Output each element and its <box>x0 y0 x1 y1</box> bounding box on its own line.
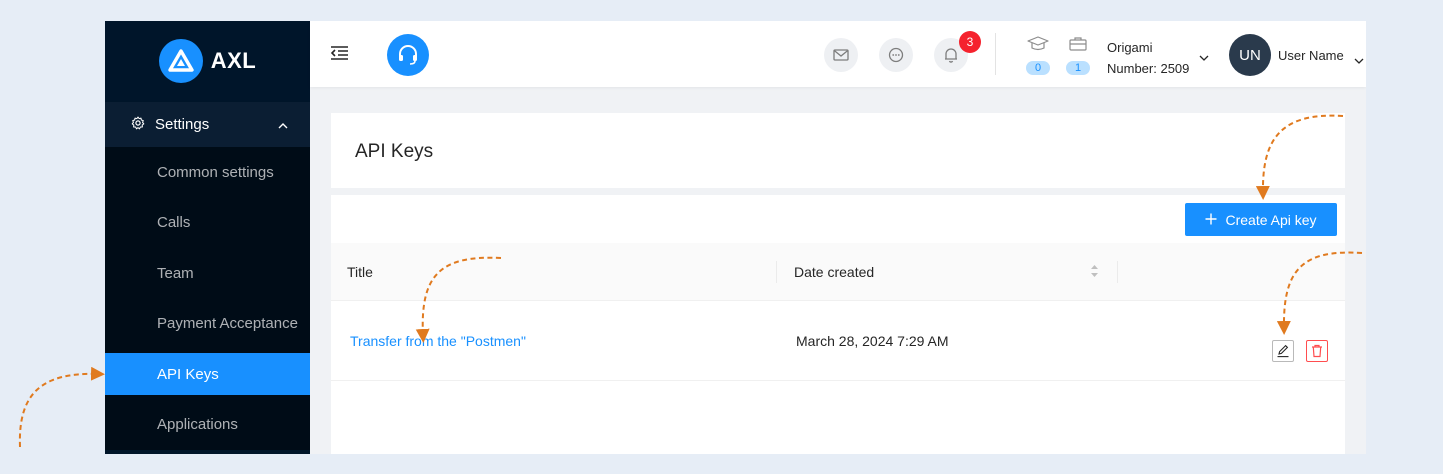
sidebar-item-calls[interactable]: Calls <box>105 198 310 249</box>
column-header-title: Title <box>347 263 373 280</box>
chat-icon <box>888 47 904 63</box>
edit-icon <box>1277 344 1289 358</box>
sort-icon[interactable] <box>1090 264 1099 283</box>
column-separator <box>1117 261 1118 283</box>
company-name: Origami <box>1107 40 1153 55</box>
annotation-arrow-sidebar <box>18 366 105 448</box>
notifications-badge: 3 <box>959 31 981 53</box>
delete-button[interactable] <box>1306 340 1328 362</box>
bell-icon <box>945 48 957 63</box>
company-switcher[interactable]: Origami Number: 2509 <box>1107 37 1189 79</box>
create-api-key-label: Create Api key <box>1225 211 1317 228</box>
app-window: AXL Settings Common settings Calls Team … <box>105 21 1366 454</box>
chevron-down-icon[interactable] <box>1199 49 1209 67</box>
user-name[interactable]: User Name <box>1278 48 1344 63</box>
sidebar-item-common-settings[interactable]: Common settings <box>105 147 310 198</box>
chat-button[interactable] <box>879 38 913 72</box>
courses-counter[interactable]: 0 <box>1026 36 1050 75</box>
sidebar-item-payment-acceptance[interactable]: Payment Acceptance <box>105 299 310 350</box>
top-header: 3 0 1 Origami Number: 2509 UN User Name <box>310 21 1366 87</box>
brand-logo[interactable]: AXL <box>105 21 310 101</box>
company-number: Number: 2509 <box>1107 61 1190 76</box>
settings-submenu: Common settings Calls Team Payment Accep… <box>105 147 310 450</box>
sidebar: AXL Settings Common settings Calls Team … <box>105 21 310 454</box>
sidebar-item-api-keys[interactable]: API Keys <box>105 353 310 395</box>
chevron-down-icon[interactable] <box>1354 52 1364 70</box>
avatar[interactable]: UN <box>1229 34 1271 76</box>
logo-icon <box>158 39 203 83</box>
headset-icon <box>399 45 417 65</box>
column-separator <box>776 261 777 283</box>
sidebar-item-applications[interactable]: Applications <box>105 399 310 450</box>
edit-button[interactable] <box>1272 340 1294 362</box>
cases-counter[interactable]: 1 <box>1066 36 1090 75</box>
chevron-up-icon <box>278 116 288 133</box>
support-headset-button[interactable] <box>387 34 429 76</box>
mail-button[interactable] <box>824 38 858 72</box>
page-title: API Keys <box>355 141 434 162</box>
table-row: Transfer from the "Postmen" March 28, 20… <box>331 301 1345 381</box>
create-api-key-button[interactable]: Create Api key <box>1185 203 1337 236</box>
header-divider <box>995 33 996 75</box>
courses-count-badge: 0 <box>1026 61 1050 75</box>
cases-count-badge: 1 <box>1066 61 1090 75</box>
api-key-title-link[interactable]: Transfer from the "Postmen" <box>350 301 526 380</box>
sidebar-item-team[interactable]: Team <box>105 248 310 299</box>
sidebar-group-settings[interactable]: Settings <box>105 102 310 147</box>
brand-name: AXL <box>210 48 257 73</box>
graduation-cap-icon <box>1027 36 1049 51</box>
table-header: Title Date created <box>331 243 1345 301</box>
menu-fold-icon[interactable] <box>330 45 349 66</box>
trash-icon <box>1312 344 1322 358</box>
briefcase-icon <box>1069 37 1087 51</box>
plus-icon <box>1205 212 1217 228</box>
api-key-date-created: March 28, 2024 7:29 AM <box>796 332 949 349</box>
sidebar-group-label: Settings <box>155 116 210 133</box>
column-header-date-created[interactable]: Date created <box>794 243 874 300</box>
api-keys-table-card: Create Api key Title Date created Transf… <box>331 195 1345 454</box>
gear-icon <box>131 116 145 134</box>
page-title-card: API Keys <box>331 113 1345 188</box>
mail-icon <box>833 49 849 61</box>
